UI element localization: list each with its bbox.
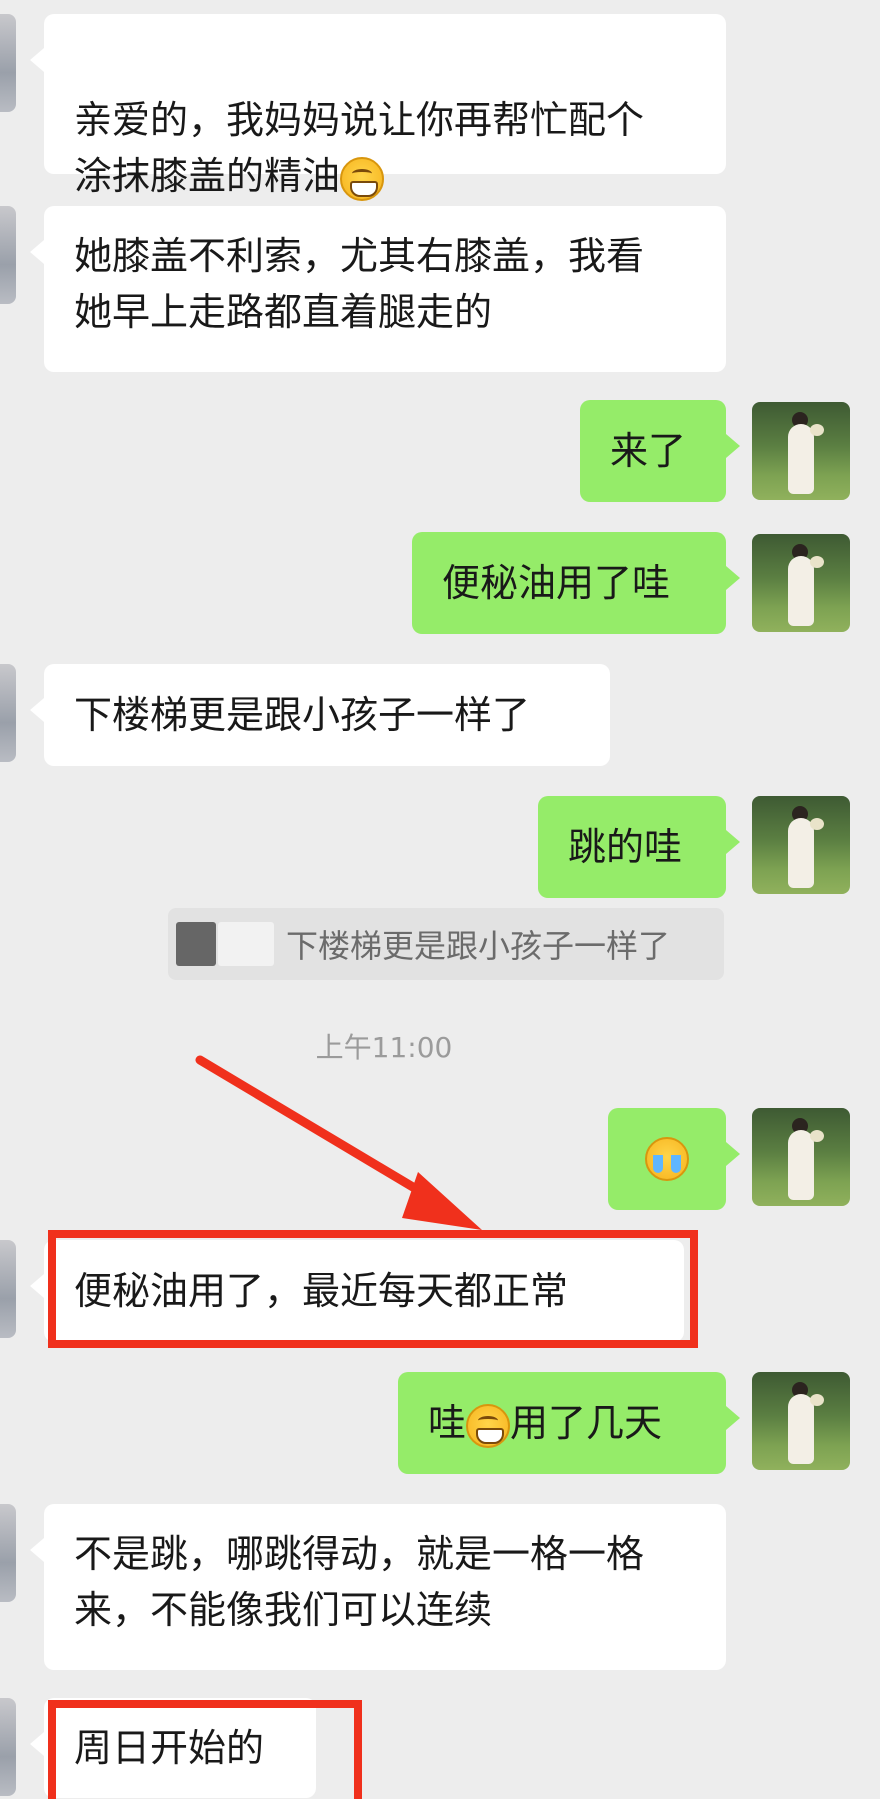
annotation-arrow [195, 1055, 482, 1230]
